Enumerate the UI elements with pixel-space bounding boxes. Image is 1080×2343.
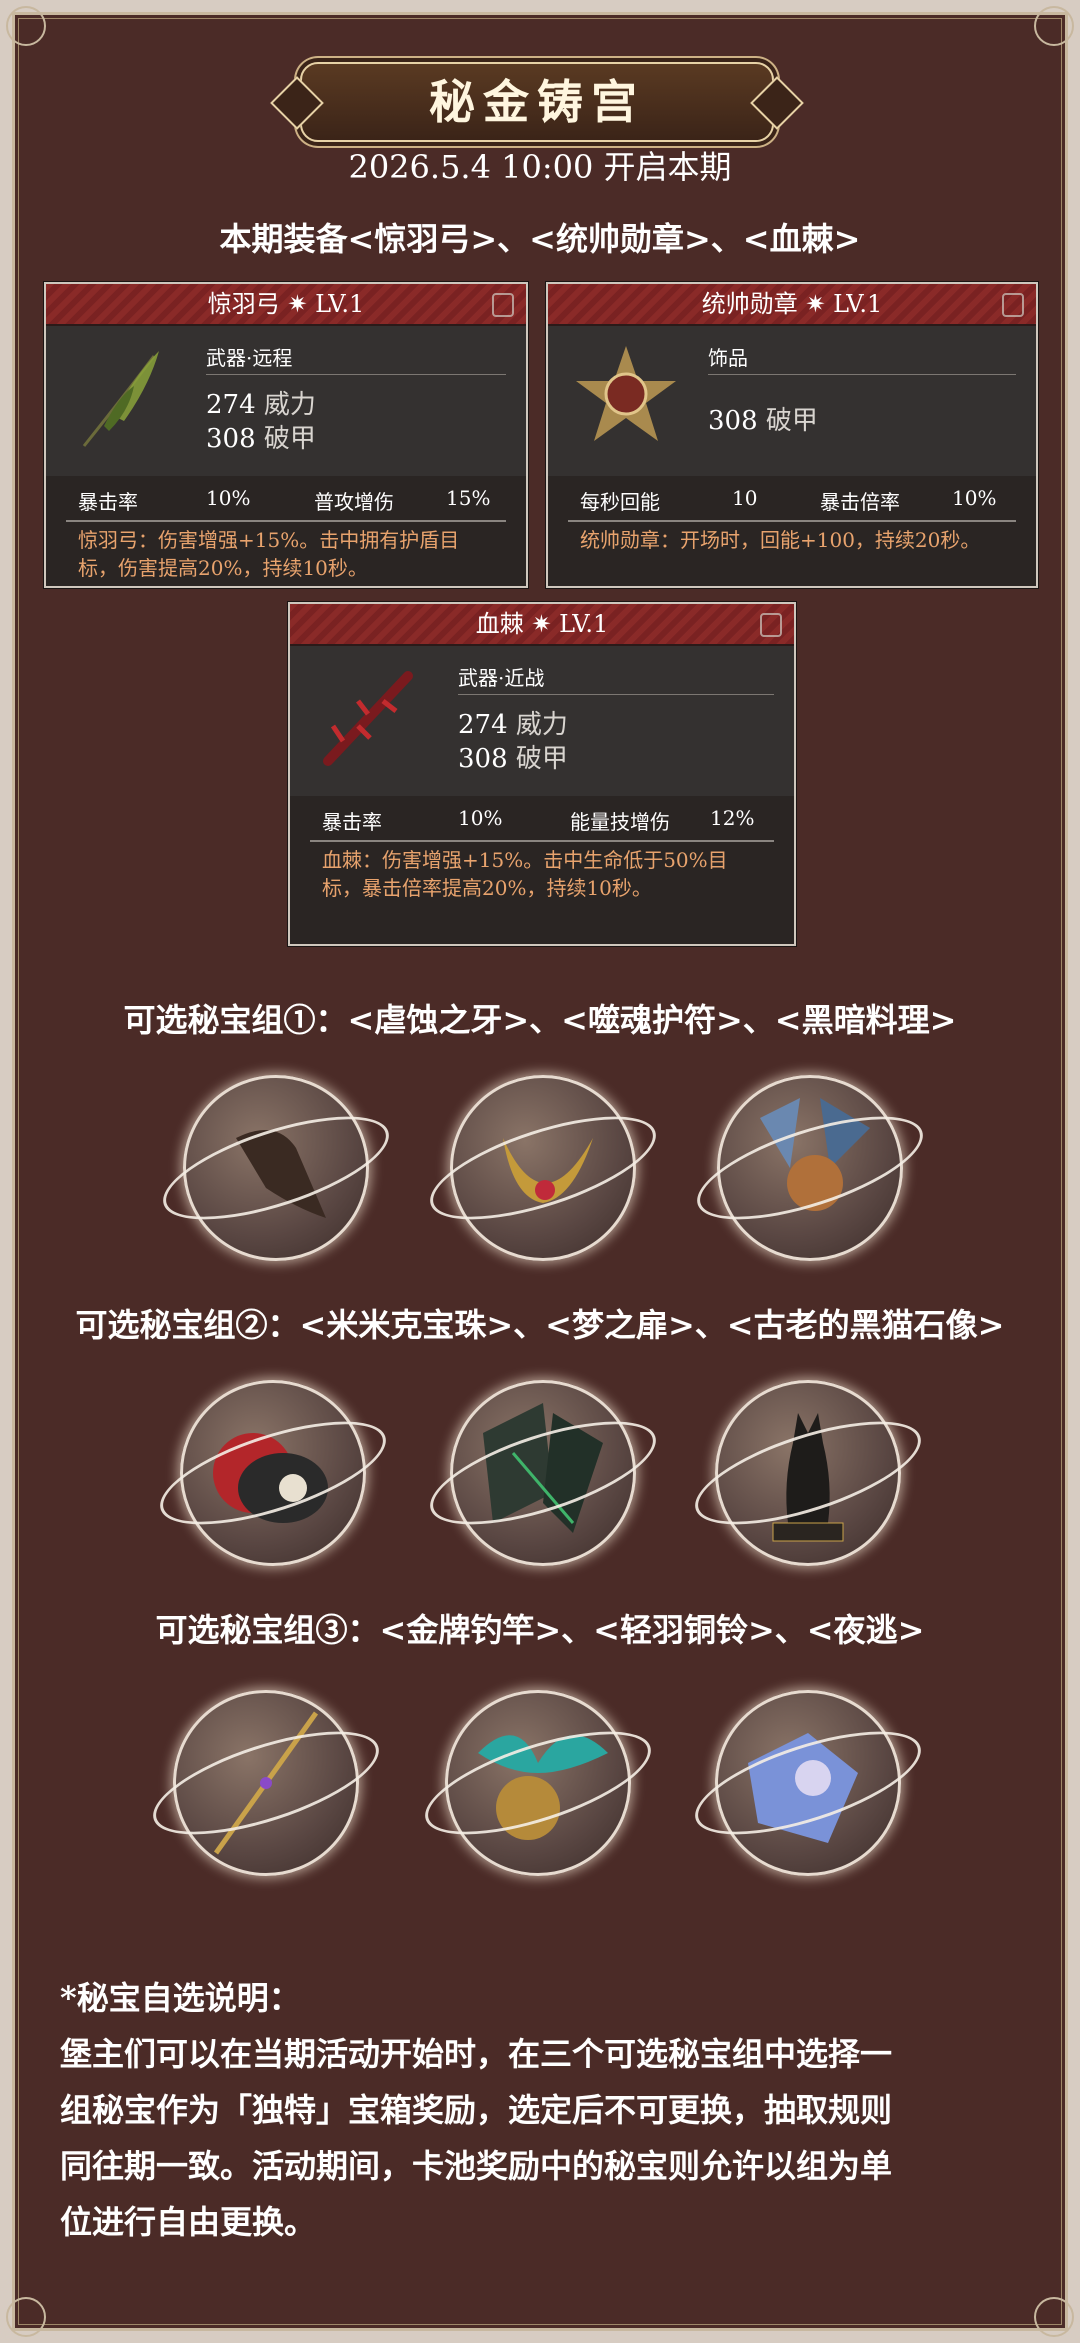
item-type: 饰品 bbox=[708, 346, 748, 370]
stats-row: 每秒回能 10 暴击倍率 10% bbox=[580, 486, 997, 514]
card-title: 统帅勋章 ✷ LV.1 bbox=[701, 290, 883, 318]
selection-notes: *秘宝自选说明： 堡主们可以在当期活动开始时，在三个可选秘宝组中选择一 组秘宝作… bbox=[60, 1970, 1020, 2250]
treasure-group-1-heading: 可选秘宝组①：<虐蚀之牙>、<噬魂护符>、<黑暗料理> bbox=[123, 1001, 957, 1039]
treasure-group-3-heading: 可选秘宝组③：<金牌钓竿>、<轻羽铜铃>、<夜逃> bbox=[155, 1611, 925, 1649]
lock-icon bbox=[492, 293, 514, 317]
divider bbox=[568, 520, 1016, 522]
corner-ornament bbox=[6, 2297, 46, 2337]
card-title: 惊羽弓 ✷ LV.1 bbox=[207, 290, 365, 318]
item-description: 惊羽弓：伤害增强+15%。击中拥有护盾目标，伤害提高20%，持续10秒。 bbox=[78, 528, 460, 580]
notes-line: 位进行自由更换。 bbox=[60, 2203, 317, 2241]
treasure-mimic-orb[interactable] bbox=[149, 1365, 397, 1575]
equipment-card-thorn[interactable]: 血棘 ✷ LV.1 武器·近战 274 威力 308 破甲 暴击率 10% 能量… bbox=[288, 602, 796, 946]
card-header: 统帅勋章 ✷ LV.1 bbox=[548, 284, 1036, 326]
treasure-golden-rod[interactable] bbox=[142, 1675, 390, 1885]
notes-title: *秘宝自选说明： bbox=[60, 1979, 301, 2017]
lock-icon bbox=[1002, 293, 1024, 317]
treasure-group-2-heading: 可选秘宝组②：<米米克宝珠>、<梦之扉>、<古老的黑猫石像> bbox=[75, 1306, 1005, 1344]
treasure-dream-door[interactable] bbox=[419, 1365, 667, 1575]
treasure-fang[interactable] bbox=[152, 1060, 400, 1270]
armor-break-stat: 308 破甲 bbox=[206, 424, 316, 454]
treasure-amulet[interactable] bbox=[419, 1060, 667, 1270]
card-body: 武器·远程 274 威力 308 破甲 bbox=[46, 326, 526, 476]
divider bbox=[708, 374, 1016, 375]
notes-line: 同往期一致。活动期间，卡池奖励中的秘宝则允许以组为单 bbox=[60, 2147, 893, 2185]
notes-line: 堡主们可以在当期活动开始时，在三个可选秘宝组中选择一 bbox=[60, 2035, 893, 2073]
card-header: 血棘 ✷ LV.1 bbox=[290, 604, 794, 646]
power-stat: 274 威力 bbox=[458, 710, 568, 740]
treasure-night-escape[interactable] bbox=[684, 1675, 932, 1885]
card-body: 饰品 308 破甲 bbox=[548, 326, 1036, 476]
divider bbox=[206, 374, 506, 375]
title-banner: 秘金铸宫 bbox=[270, 62, 804, 142]
stats-row: 暴击率 10% 普攻增伤 15% bbox=[78, 486, 491, 514]
corner-ornament bbox=[1034, 2297, 1074, 2337]
card-title: 血棘 ✷ LV.1 bbox=[475, 610, 609, 638]
divider bbox=[66, 520, 506, 522]
divider bbox=[310, 840, 774, 842]
item-description: 统帅勋章：开场时，回能+100，持续20秒。 bbox=[580, 528, 981, 552]
page-title: 秘金铸宫 bbox=[429, 75, 645, 129]
equipment-heading: 本期装备<惊羽弓>、<统帅勋章>、<血棘> bbox=[219, 220, 861, 258]
medal-icon bbox=[576, 346, 676, 441]
lock-icon bbox=[760, 613, 782, 637]
schedule-text: 2026.5.4 10:00 开启本期 bbox=[348, 148, 732, 186]
equipment-card-medal[interactable]: 统帅勋章 ✷ LV.1 饰品 308 破甲 每秒回能 10 暴击倍率 10% 统… bbox=[546, 282, 1038, 588]
item-type: 武器·远程 bbox=[206, 346, 293, 370]
treasure-black-cat-statue[interactable] bbox=[684, 1365, 932, 1575]
card-body: 武器·近战 274 威力 308 破甲 bbox=[290, 646, 794, 796]
item-type: 武器·近战 bbox=[458, 666, 545, 690]
corner-ornament bbox=[1034, 6, 1074, 46]
corner-ornament bbox=[6, 6, 46, 46]
notes-line: 组秘宝作为「独特」宝箱奖励，选定后不可更换，抽取规则 bbox=[60, 2091, 893, 2129]
armor-break-stat: 308 破甲 bbox=[458, 744, 568, 774]
item-description: 血棘：伤害增强+15%。击中生命低于50%目标，暴击倍率提高20%，持续10秒。 bbox=[322, 848, 728, 900]
card-header: 惊羽弓 ✷ LV.1 bbox=[46, 284, 526, 326]
equipment-card-bow[interactable]: 惊羽弓 ✷ LV.1 武器·远程 274 威力 308 破甲 暴击率 10% 普… bbox=[44, 282, 528, 588]
treasure-feather-bell[interactable] bbox=[414, 1675, 662, 1885]
bow-icon bbox=[82, 351, 159, 447]
armor-break-stat: 308 破甲 bbox=[708, 406, 818, 436]
blood-thorn-icon bbox=[323, 671, 413, 766]
treasure-dark-cuisine[interactable] bbox=[686, 1060, 934, 1270]
divider bbox=[458, 694, 774, 695]
stats-row: 暴击率 10% 能量技增伤 12% bbox=[322, 806, 755, 834]
power-stat: 274 威力 bbox=[206, 390, 316, 420]
